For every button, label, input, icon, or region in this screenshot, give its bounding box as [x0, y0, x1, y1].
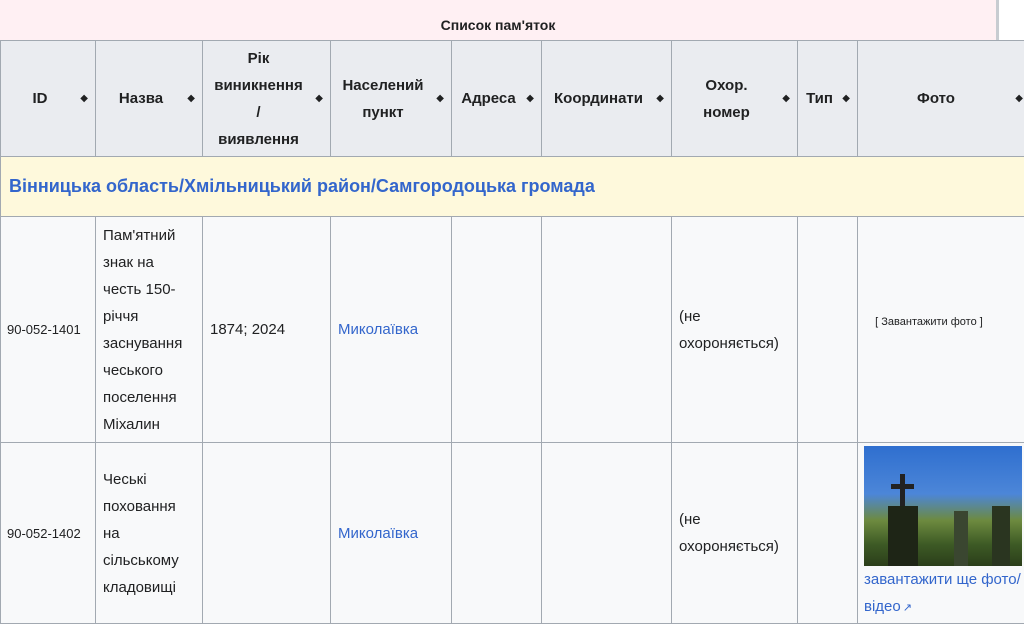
row-name: Пам'ятний знак на честь 150-річчя заснув… [96, 217, 203, 443]
external-link-icon: ↗ [903, 595, 912, 622]
row-year: 1874; 2024 [203, 217, 331, 443]
sort-icon[interactable]: ◆ [1015, 94, 1023, 104]
row-name: Чеські поховання на сільському кладовищі [96, 443, 203, 624]
column-header-photo[interactable]: Фото◆ [858, 41, 1024, 157]
row-id: 90-052-1402 [1, 443, 96, 624]
cross-shape [954, 511, 968, 566]
sort-icon[interactable]: ◆ [842, 94, 850, 104]
row-photo: завантажити ще фото/відео↗ [858, 443, 1024, 624]
row-address [452, 443, 542, 624]
row-type [798, 443, 858, 624]
column-header-protection-number[interactable]: Охор. номер ◆ [672, 41, 798, 157]
table-caption: Список пам'яток [0, 17, 996, 33]
sort-icon[interactable]: ◆ [315, 94, 323, 104]
column-header-name[interactable]: Назва◆ [96, 41, 203, 157]
cemetery-photo-thumbnail[interactable] [864, 446, 1022, 566]
upload-photo-button[interactable]: [ Завантажити фото ] [864, 315, 1024, 330]
row-protection: (не охороняється) [672, 443, 798, 624]
table-caption-bar: Список пам'яток [0, 0, 996, 40]
column-header-type[interactable]: Тип◆ [798, 41, 858, 157]
cross-shape [891, 484, 914, 489]
sort-icon[interactable]: ◆ [187, 94, 195, 104]
region-link[interactable]: Вінницька область/Хмільницький район/Сам… [1, 157, 1024, 217]
monuments-table: ID◆ Назва◆ Рік виникнення / виявлення ◆ … [0, 40, 1024, 624]
region-row: Вінницька область/Хмільницький район/Сам… [1, 157, 1024, 217]
row-coordinates [542, 443, 672, 624]
row-photo: [ Завантажити фото ] [858, 217, 1024, 443]
row-id: 90-052-1401 [1, 217, 96, 443]
cross-shape [992, 506, 1010, 566]
sort-icon[interactable]: ◆ [782, 94, 790, 104]
upload-more-media-link[interactable]: завантажити ще фото/відео↗ [864, 566, 1024, 622]
row-year [203, 443, 331, 624]
sort-icon[interactable]: ◆ [656, 94, 664, 104]
row-address [452, 217, 542, 443]
sort-icon[interactable]: ◆ [80, 94, 88, 104]
table-row: 90-052-1401 Пам'ятний знак на честь 150-… [1, 217, 1024, 443]
table-row: 90-052-1402 Чеські поховання на сільсько… [1, 443, 1024, 624]
side-divider [996, 0, 999, 40]
column-header-address[interactable]: Адреса◆ [452, 41, 542, 157]
column-header-id[interactable]: ID◆ [1, 41, 96, 157]
column-header-settlement[interactable]: Населений пункт ◆ [331, 41, 452, 157]
row-coordinates [542, 217, 672, 443]
sort-icon[interactable]: ◆ [436, 94, 444, 104]
row-protection: (не охороняється) [672, 217, 798, 443]
row-type [798, 217, 858, 443]
column-header-coordinates[interactable]: Координати◆ [542, 41, 672, 157]
sort-icon[interactable]: ◆ [526, 94, 534, 104]
column-header-year[interactable]: Рік виникнення / виявлення ◆ [203, 41, 331, 157]
cross-shape [888, 506, 918, 566]
settlement-link[interactable]: Миколаївка [331, 443, 452, 624]
settlement-link[interactable]: Миколаївка [331, 217, 452, 443]
